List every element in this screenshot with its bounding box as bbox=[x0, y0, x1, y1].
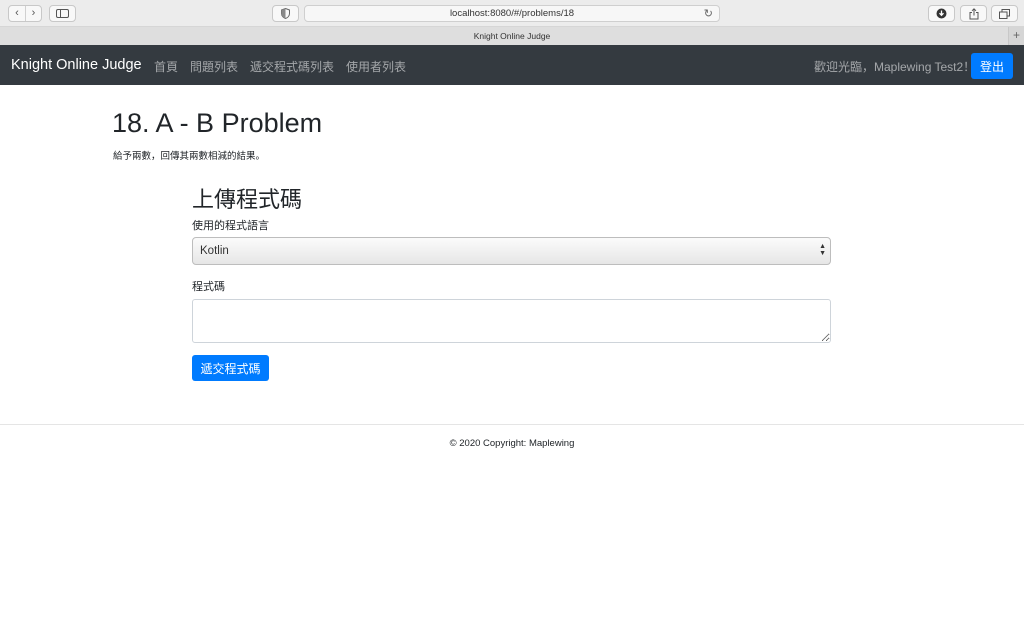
tab-title[interactable]: Knight Online Judge bbox=[474, 31, 551, 41]
url-text: localhost:8080/#/problems/18 bbox=[449, 8, 575, 19]
tab-overview-button[interactable] bbox=[991, 5, 1018, 22]
site-navbar: Knight Online Judge 首頁 問題列表 遞交程式碼列表 使用者列… bbox=[0, 45, 1024, 85]
language-selected-value: Kotlin bbox=[200, 245, 229, 257]
sidebar-icon bbox=[56, 9, 69, 18]
shield-icon bbox=[281, 8, 290, 19]
plus-icon[interactable]: + bbox=[1008, 27, 1024, 45]
welcome-text: 歡迎光臨，Maplewing Test2！ bbox=[814, 60, 976, 74]
problem-description: 給予兩數，回傳其兩數相減的結果。 bbox=[113, 151, 266, 162]
address-bar[interactable]: localhost:8080/#/problems/18 ↻ bbox=[304, 5, 720, 22]
nav-link-home[interactable]: 首頁 bbox=[154, 58, 178, 75]
language-label: 使用的程式語言 bbox=[192, 220, 269, 232]
select-arrows-icon: ▲ ▼ bbox=[819, 243, 826, 257]
upload-heading: 上傳程式碼 bbox=[192, 187, 303, 212]
browser-toolbar: ‹ › localhost:8080/#/problems/18 ↻ bbox=[0, 0, 1024, 27]
download-icon bbox=[936, 8, 947, 19]
language-select[interactable]: Kotlin ▲ ▼ bbox=[192, 237, 831, 265]
problem-title: 18. A - B Problem bbox=[112, 108, 323, 138]
nav-link-problems[interactable]: 問題列表 bbox=[190, 58, 238, 75]
footer-copyright: © 2020 Copyright: Maplewing bbox=[449, 438, 575, 449]
privacy-button[interactable] bbox=[272, 5, 299, 22]
downloads-button[interactable] bbox=[928, 5, 955, 22]
nav-links: 首頁 問題列表 遞交程式碼列表 使用者列表 bbox=[154, 58, 406, 75]
share-icon bbox=[969, 7, 978, 19]
code-label: 程式碼 bbox=[192, 281, 225, 293]
reload-icon[interactable]: ↻ bbox=[704, 7, 713, 20]
sidebar-toggle-button[interactable] bbox=[49, 5, 76, 22]
submit-code-button[interactable]: 遞交程式碼 bbox=[192, 355, 269, 381]
tab-bar: Knight Online Judge + bbox=[0, 27, 1024, 45]
nav-link-users[interactable]: 使用者列表 bbox=[346, 58, 406, 75]
code-textarea[interactable] bbox=[192, 299, 831, 343]
chevron-left-icon[interactable]: ‹ bbox=[9, 6, 25, 21]
logout-button[interactable]: 登出 bbox=[971, 53, 1013, 79]
chevron-right-icon[interactable]: › bbox=[25, 6, 41, 21]
footer-divider bbox=[0, 424, 1024, 425]
tabs-icon bbox=[999, 8, 1010, 19]
nav-link-submissions[interactable]: 遞交程式碼列表 bbox=[250, 58, 334, 75]
browser-chrome: ‹ › localhost:8080/#/problems/18 ↻ Knigh… bbox=[0, 0, 1024, 45]
brand-link[interactable]: Knight Online Judge bbox=[11, 57, 142, 73]
history-nav: ‹ › bbox=[8, 5, 42, 22]
share-button[interactable] bbox=[960, 5, 987, 22]
